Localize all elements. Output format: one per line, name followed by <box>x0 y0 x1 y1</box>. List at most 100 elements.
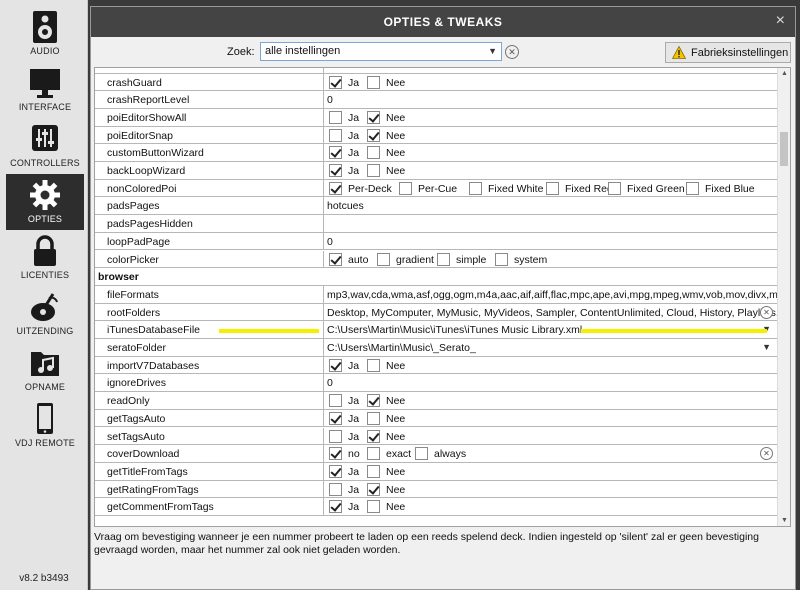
setting-value[interactable]: Ja Nee <box>327 74 779 92</box>
checkbox[interactable] <box>367 429 380 443</box>
checkbox[interactable] <box>329 75 342 89</box>
setting-value[interactable]: Ja Nee <box>327 392 779 410</box>
factory-reset-button[interactable]: Fabrieksinstellingen <box>665 42 791 63</box>
setting-value[interactable]: Ja Nee <box>327 498 779 516</box>
setting-row-ignoreDrives[interactable]: ignoreDrives 0 <box>95 374 779 393</box>
setting-row-loopPadPage[interactable]: loopPadPage 0 <box>95 232 779 251</box>
setting-value[interactable]: mp3,wav,cda,wma,asf,ogg,ogm,m4a,aac,aif,… <box>327 286 779 304</box>
setting-value[interactable]: Ja Nee <box>327 463 779 481</box>
scroll-up-icon[interactable]: ▲ <box>781 70 788 77</box>
sidebar-item-opties[interactable]: OPTIES <box>6 174 84 230</box>
sidebar-item-licenties[interactable]: LICENTIES <box>6 230 84 286</box>
setting-value[interactable]: 0 <box>327 233 779 251</box>
setting-row-importV7Databases[interactable]: importV7Databases Ja Nee <box>95 356 779 375</box>
checkbox[interactable] <box>437 252 450 266</box>
setting-row-coverDownload[interactable]: coverDownload no exact always ✕ <box>95 445 779 463</box>
checkbox[interactable] <box>367 358 380 372</box>
setting-value[interactable]: auto gradient simple system <box>327 251 779 269</box>
setting-value[interactable]: hotcues <box>327 197 779 215</box>
setting-row-poiEditorSnap[interactable]: poiEditorSnap Ja Nee <box>95 126 779 145</box>
setting-row-fileFormats[interactable]: fileFormats mp3,wav,cda,wma,asf,ogg,ogm,m… <box>95 285 779 304</box>
checkbox[interactable] <box>367 110 380 124</box>
checkbox[interactable] <box>329 164 342 177</box>
scroll-down-icon[interactable]: ▼ <box>781 517 788 524</box>
clear-value-icon[interactable]: ✕ <box>760 447 773 461</box>
checkbox[interactable] <box>399 181 412 195</box>
checkbox[interactable] <box>377 252 390 266</box>
search-dropdown[interactable]: alle instellingen ▼ <box>260 42 502 61</box>
setting-value[interactable]: Ja Nee <box>327 127 779 145</box>
setting-row-backLoopWizard[interactable]: backLoopWizard Ja Nee <box>95 162 779 180</box>
sidebar-item-controllers[interactable]: CONTROLLERS <box>6 118 84 174</box>
close-button[interactable]: × <box>776 12 785 30</box>
checkbox[interactable] <box>546 181 559 195</box>
checkbox[interactable] <box>329 181 342 195</box>
checkbox[interactable] <box>686 181 699 195</box>
sidebar-item-opname[interactable]: OPNAME <box>6 342 84 398</box>
setting-row-iTunesDatabaseFile[interactable]: iTunesDatabaseFile C:\Users\Martin\Music\… <box>95 321 779 339</box>
setting-value[interactable]: Ja Nee <box>327 144 779 162</box>
setting-row-getTitleFromTags[interactable]: getTitleFromTags Ja Nee <box>95 462 779 481</box>
setting-row-getCommentFromTags[interactable]: getCommentFromTags Ja Nee <box>95 498 779 516</box>
checkbox[interactable] <box>329 447 342 461</box>
setting-row-setTagsAuto[interactable]: setTagsAuto Ja Nee <box>95 427 779 446</box>
setting-value[interactable]: Ja Nee <box>327 428 779 446</box>
checkbox[interactable] <box>367 464 380 478</box>
checkbox[interactable] <box>367 164 380 177</box>
sidebar-item-interface[interactable]: INTERFACE <box>6 62 84 118</box>
setting-value[interactable]: Per-Deck Per-Cue Fixed White Fixed Red Fixed… <box>327 180 779 198</box>
clear-value-icon[interactable]: ✕ <box>760 305 773 319</box>
setting-value[interactable]: C:\Users\Martin\Music\_Serato_ ▼ <box>327 339 779 357</box>
sidebar-item-audio[interactable]: AUDIO <box>6 6 84 62</box>
setting-value[interactable]: Ja Nee <box>327 162 779 180</box>
setting-value[interactable]: Ja Nee <box>327 410 779 428</box>
checkbox[interactable] <box>495 252 508 266</box>
setting-value[interactable]: Ja Nee <box>327 481 779 499</box>
checkbox[interactable] <box>367 394 380 408</box>
sidebar-item-uitzending[interactable]: UITZENDING <box>6 286 84 342</box>
checkbox[interactable] <box>329 411 342 425</box>
vertical-scrollbar[interactable]: ▲ ▼ <box>777 68 790 526</box>
checkbox[interactable] <box>608 181 621 195</box>
setting-row-customButtonWizard[interactable]: customButtonWizard Ja Nee <box>95 144 779 162</box>
checkbox[interactable] <box>329 482 342 496</box>
setting-value[interactable]: no exact always ✕ <box>327 445 779 463</box>
setting-value[interactable]: Desktop, MyComputer, MyMusic, MyVideos, … <box>327 304 779 322</box>
checkbox[interactable] <box>367 75 380 89</box>
setting-value[interactable] <box>327 215 779 233</box>
setting-row-rootFolders[interactable]: rootFolders Desktop, MyComputer, MyMusic,… <box>95 303 779 322</box>
checkbox[interactable] <box>329 252 342 266</box>
checkbox[interactable] <box>329 358 342 372</box>
setting-row-padsPages[interactable]: padsPages hotcues <box>95 197 779 216</box>
checkbox[interactable] <box>367 128 380 142</box>
checkbox[interactable] <box>329 394 342 408</box>
checkbox[interactable] <box>329 128 342 142</box>
scrollbar-thumb[interactable] <box>780 132 788 166</box>
setting-row-crashReportLevel[interactable]: crashReportLevel 0 <box>95 91 779 109</box>
chevron-down-icon[interactable]: ▼ <box>762 342 771 352</box>
setting-row-padsPagesHidden[interactable]: padsPagesHidden <box>95 215 779 233</box>
section-header-browser[interactable]: browser <box>95 268 779 286</box>
checkbox[interactable] <box>329 464 342 478</box>
setting-row-getTagsAuto[interactable]: getTagsAuto Ja Nee <box>95 409 779 428</box>
setting-row-crashGuard[interactable]: crashGuard Ja Nee <box>95 73 779 92</box>
setting-row-getRatingFromTags[interactable]: getRatingFromTags Ja Nee <box>95 480 779 499</box>
checkbox[interactable] <box>367 482 380 496</box>
checkbox[interactable] <box>329 500 342 514</box>
checkbox[interactable] <box>329 429 342 443</box>
checkbox[interactable] <box>367 411 380 425</box>
setting-row-readOnly[interactable]: readOnly Ja Nee <box>95 392 779 410</box>
checkbox[interactable] <box>367 447 380 461</box>
setting-value[interactable]: Ja Nee <box>327 109 779 127</box>
checkbox[interactable] <box>329 146 342 160</box>
setting-value[interactable]: 0 <box>327 374 779 392</box>
setting-row-nonColoredPoi[interactable]: nonColoredPoi Per-Deck Per-Cue Fixed White F… <box>95 179 779 198</box>
setting-value[interactable]: 0 <box>327 91 779 109</box>
checkbox[interactable] <box>415 447 428 461</box>
checkbox[interactable] <box>367 500 380 514</box>
setting-row-poiEditorShowAll[interactable]: poiEditorShowAll Ja Nee <box>95 108 779 127</box>
setting-value[interactable]: Ja Nee <box>327 357 779 375</box>
sidebar-item-vdj-remote[interactable]: VDJ REMOTE <box>6 398 84 454</box>
clear-search-icon[interactable]: ✕ <box>505 45 519 59</box>
checkbox[interactable] <box>367 146 380 160</box>
